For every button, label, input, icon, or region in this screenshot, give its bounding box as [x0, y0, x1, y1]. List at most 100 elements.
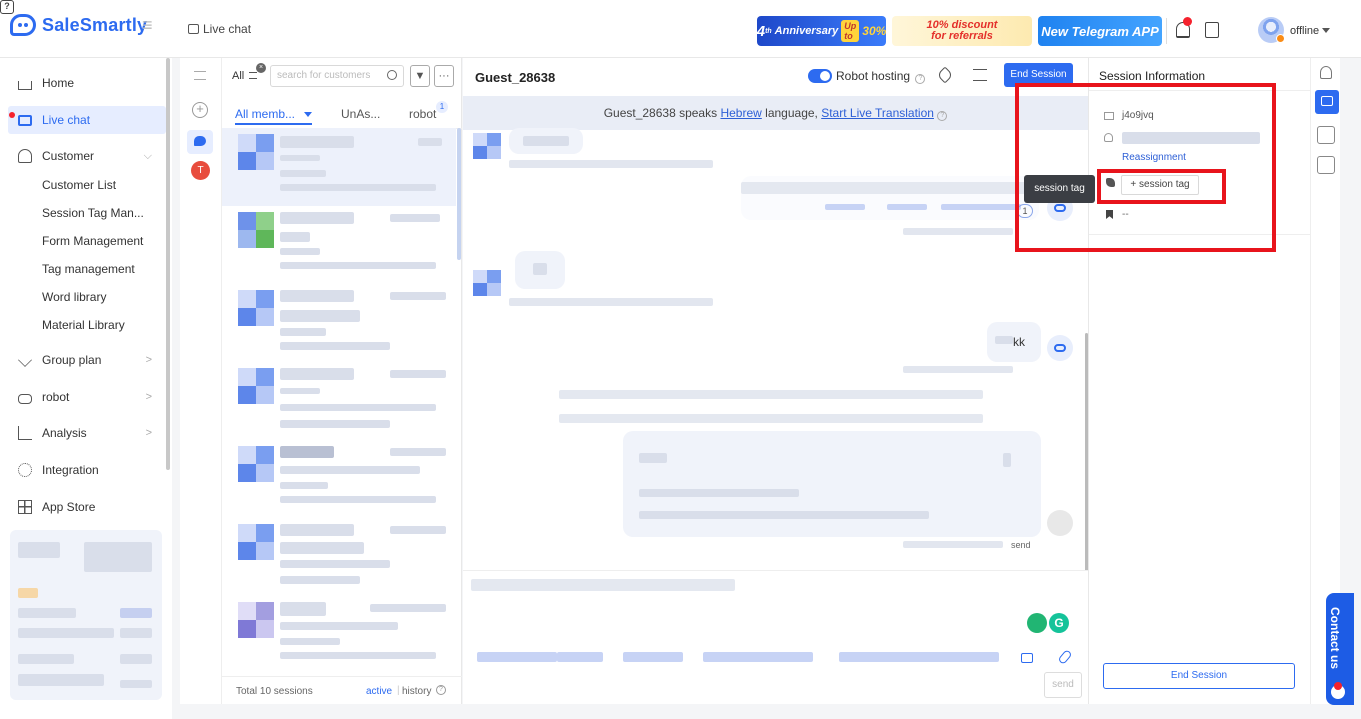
session-item[interactable]: [222, 440, 456, 518]
sort-icon: [249, 72, 258, 79]
promo-card[interactable]: [10, 530, 162, 700]
brand-name: SaleSmartly: [42, 14, 148, 35]
chat-icon: [1321, 96, 1333, 106]
bookmark-icon: [1106, 210, 1113, 219]
logo-icon: [10, 14, 36, 36]
end-session-button[interactable]: End Session: [1103, 663, 1295, 689]
reassignment-link[interactable]: Reassignment: [1122, 152, 1186, 163]
grammarly-icon[interactable]: G: [1049, 613, 1069, 633]
send-button[interactable]: send: [1044, 672, 1082, 698]
list-scrollbar[interactable]: [457, 128, 461, 260]
session-item[interactable]: [222, 284, 456, 362]
sidebar-item-app-store[interactable]: App Store: [8, 493, 166, 521]
sidebar-sub-customer-list[interactable]: Customer List: [42, 178, 116, 192]
session-info-panel: Session Information j4o9jvq Reassignment…: [1088, 58, 1311, 704]
language-link[interactable]: Hebrew: [720, 106, 761, 120]
search-history-icon[interactable]: [973, 69, 987, 81]
chevron-right-icon: >: [145, 354, 152, 366]
clear-filter-badge[interactable]: ×: [256, 63, 266, 73]
attachment-icon[interactable]: [1057, 649, 1073, 665]
session-info-tab[interactable]: [1315, 90, 1339, 114]
message-composer[interactable]: G send: [463, 570, 1088, 704]
tag-icon: [1106, 178, 1115, 187]
robot-hosting-label: Robot hosting ?: [836, 69, 926, 84]
history-link[interactable]: history: [402, 686, 431, 697]
message-bubble: [515, 251, 565, 289]
funnel-icon[interactable]: ▼: [410, 65, 430, 87]
sidebar-scrollbar[interactable]: [166, 58, 170, 470]
channel-avatar[interactable]: T: [191, 161, 210, 180]
lightbulb-icon[interactable]: [1027, 613, 1047, 633]
logo[interactable]: SaleSmartly: [10, 14, 147, 36]
referral-discount-banner[interactable]: 10% discount for referrals: [892, 16, 1032, 46]
session-item[interactable]: [222, 362, 456, 440]
agent-status[interactable]: offline: [1290, 25, 1319, 37]
notes-icon[interactable]: [1317, 156, 1335, 174]
sidebar-item-live-chat[interactable]: Live chat: [8, 106, 166, 134]
add-session-tag-button[interactable]: + session tag: [1121, 175, 1199, 195]
sidebar-sub-form-management[interactable]: Form Management: [42, 234, 143, 248]
sidebar-sub-material-library[interactable]: Material Library: [42, 318, 125, 332]
chat-icon: [188, 24, 199, 34]
tag-icon[interactable]: [936, 66, 954, 84]
users-icon: [18, 149, 32, 163]
sidebar-item-customer[interactable]: Customer ⌵: [8, 142, 166, 170]
help-icon[interactable]: ?: [937, 111, 948, 121]
read-count: 1: [1017, 204, 1033, 218]
menu-collapse-icon[interactable]: ≡: [142, 16, 153, 34]
chat-panel: Guest_28638 Robot hosting ? End Session …: [463, 58, 1088, 704]
session-item[interactable]: [222, 596, 456, 674]
active-link[interactable]: active: [366, 686, 392, 697]
sidebar-sub-session-tag[interactable]: Session Tag Man...: [42, 206, 144, 220]
sidebar-sub-word-library[interactable]: Word library: [42, 290, 106, 304]
clipboard-icon[interactable]: [1205, 22, 1219, 38]
tab-all-members[interactable]: All memb...: [235, 107, 313, 125]
translate-icon[interactable]: [1317, 126, 1335, 144]
channel-chat-icon[interactable]: [187, 130, 213, 154]
help-icon[interactable]: ?: [0, 0, 14, 14]
session-item[interactable]: [222, 128, 456, 206]
session-code: j4o9jvq: [1122, 110, 1154, 121]
send-status: send: [1011, 540, 1031, 550]
search-input[interactable]: search for customers: [270, 65, 404, 87]
chevron-right-icon: >: [145, 391, 152, 403]
telegram-app-banner[interactable]: New Telegram APP: [1038, 16, 1162, 46]
sidebar-item-robot[interactable]: robot >: [8, 383, 166, 411]
sidebar-item-group-plan[interactable]: Group plan >: [8, 346, 166, 374]
video-icon[interactable]: [1021, 653, 1033, 663]
more-button[interactable]: ···: [434, 65, 454, 87]
top-bar: SaleSmartly ≡ Live chat 4th Anniversary …: [0, 0, 1361, 58]
start-translation-link[interactable]: Start Live Translation: [821, 106, 934, 120]
sidebar-sub-tag-management[interactable]: Tag management: [42, 262, 135, 276]
divider: [1089, 234, 1311, 235]
menu-icon[interactable]: [194, 71, 206, 80]
sidebar-item-integration[interactable]: Integration: [8, 456, 166, 484]
message-bubble: [741, 176, 1039, 220]
grid-icon: [18, 500, 32, 514]
tab-robot[interactable]: robot: [409, 107, 436, 121]
filter-all[interactable]: All: [232, 70, 258, 82]
sidebar-item-home[interactable]: Home: [8, 69, 166, 97]
chevron-down-icon[interactable]: [1322, 28, 1330, 33]
anniversary-banner[interactable]: 4th Anniversary Up to 30%: [757, 16, 886, 46]
chat-icon: [18, 114, 32, 126]
customer-avatar: [238, 446, 274, 482]
chevron-right-icon: >: [145, 427, 152, 439]
chart-icon: [18, 426, 32, 440]
status-dot: [1276, 34, 1285, 43]
user-icon[interactable]: [1320, 66, 1332, 79]
end-session-button[interactable]: End Session: [1004, 63, 1073, 87]
search-icon[interactable]: [387, 70, 397, 80]
customer-avatar: [238, 602, 274, 638]
sidebar-item-analysis[interactable]: Analysis >: [8, 419, 166, 447]
unread-dot: [1334, 682, 1342, 690]
tab-unassigned[interactable]: UnAs...: [341, 107, 380, 121]
help-icon[interactable]: ?: [436, 685, 446, 695]
session-item[interactable]: [222, 518, 456, 596]
info-icon[interactable]: ?: [915, 74, 926, 84]
session-item[interactable]: [222, 206, 456, 284]
agent-avatar: [1047, 510, 1073, 536]
robot-icon: [18, 393, 32, 404]
add-icon[interactable]: +: [192, 102, 208, 118]
robot-hosting-toggle[interactable]: [808, 69, 832, 83]
